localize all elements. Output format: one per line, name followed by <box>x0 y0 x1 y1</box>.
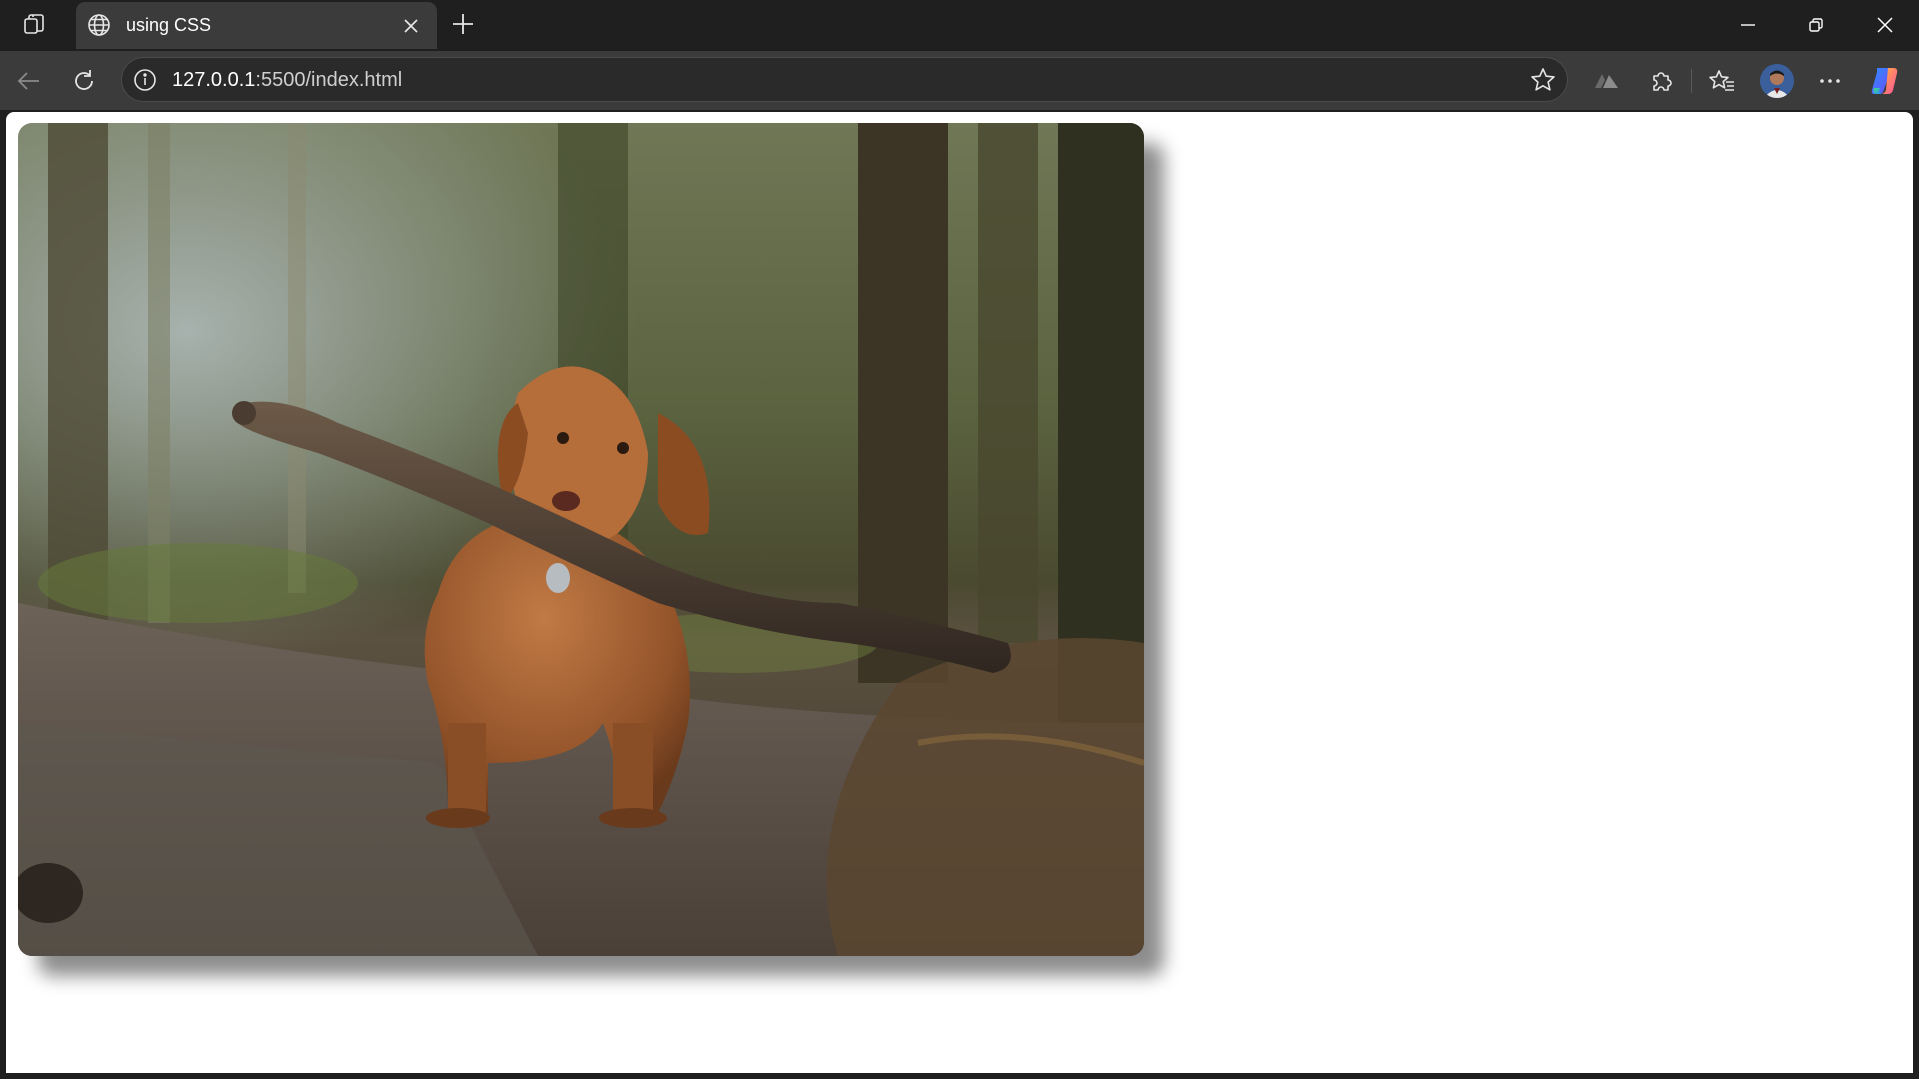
page-viewport <box>6 112 1913 1073</box>
minimize-button[interactable] <box>1724 6 1772 44</box>
restore-icon <box>1809 18 1823 32</box>
new-tab-button[interactable] <box>448 9 478 39</box>
browser-toolbar: 127.0.0.1:5500/index.html <box>0 51 1919 110</box>
info-icon[interactable] <box>132 67 158 93</box>
address-bar[interactable]: 127.0.0.1:5500/index.html <box>121 57 1568 102</box>
reload-icon <box>75 70 93 90</box>
plus-icon <box>453 14 473 34</box>
url-path: :5500/index.html <box>255 69 403 91</box>
close-icon <box>404 19 418 33</box>
tab-title: using CSS <box>126 15 212 35</box>
read-aloud-icon <box>1595 74 1618 88</box>
more-button[interactable] <box>1813 64 1847 98</box>
extensions-icon <box>1653 72 1672 91</box>
back-button[interactable] <box>12 64 46 98</box>
dog-photo <box>18 123 1144 956</box>
tab-close-button[interactable] <box>398 13 424 39</box>
tab-actions-button[interactable] <box>18 10 52 40</box>
tab-strip: using CSS <box>0 0 1919 51</box>
url-text[interactable]: 127.0.0.1:5500/index.html <box>172 69 402 92</box>
copilot-button[interactable] <box>1868 64 1902 98</box>
profile-button[interactable] <box>1758 62 1796 100</box>
toolbar-separator <box>1691 69 1692 93</box>
read-aloud-button[interactable] <box>1590 64 1624 98</box>
star-icon[interactable] <box>1529 66 1557 94</box>
tab-actions-icon <box>24 14 44 34</box>
window-close-button[interactable] <box>1861 6 1909 44</box>
close-icon <box>1877 17 1893 33</box>
more-icon <box>1820 79 1840 83</box>
dog-image <box>18 123 1144 956</box>
minimize-icon <box>1741 24 1755 26</box>
globe-icon <box>88 14 110 36</box>
back-arrow-icon <box>17 72 39 90</box>
favorites-icon <box>1709 70 1734 91</box>
reload-button[interactable] <box>67 64 101 98</box>
favorites-button[interactable] <box>1705 64 1739 98</box>
copilot-icon <box>1871 68 1898 94</box>
tab-active[interactable]: using CSS <box>76 2 437 49</box>
url-host: 127.0.0.1 <box>172 69 256 91</box>
avatar <box>1760 64 1794 98</box>
restore-button[interactable] <box>1792 6 1840 44</box>
extensions-button[interactable] <box>1645 64 1679 98</box>
